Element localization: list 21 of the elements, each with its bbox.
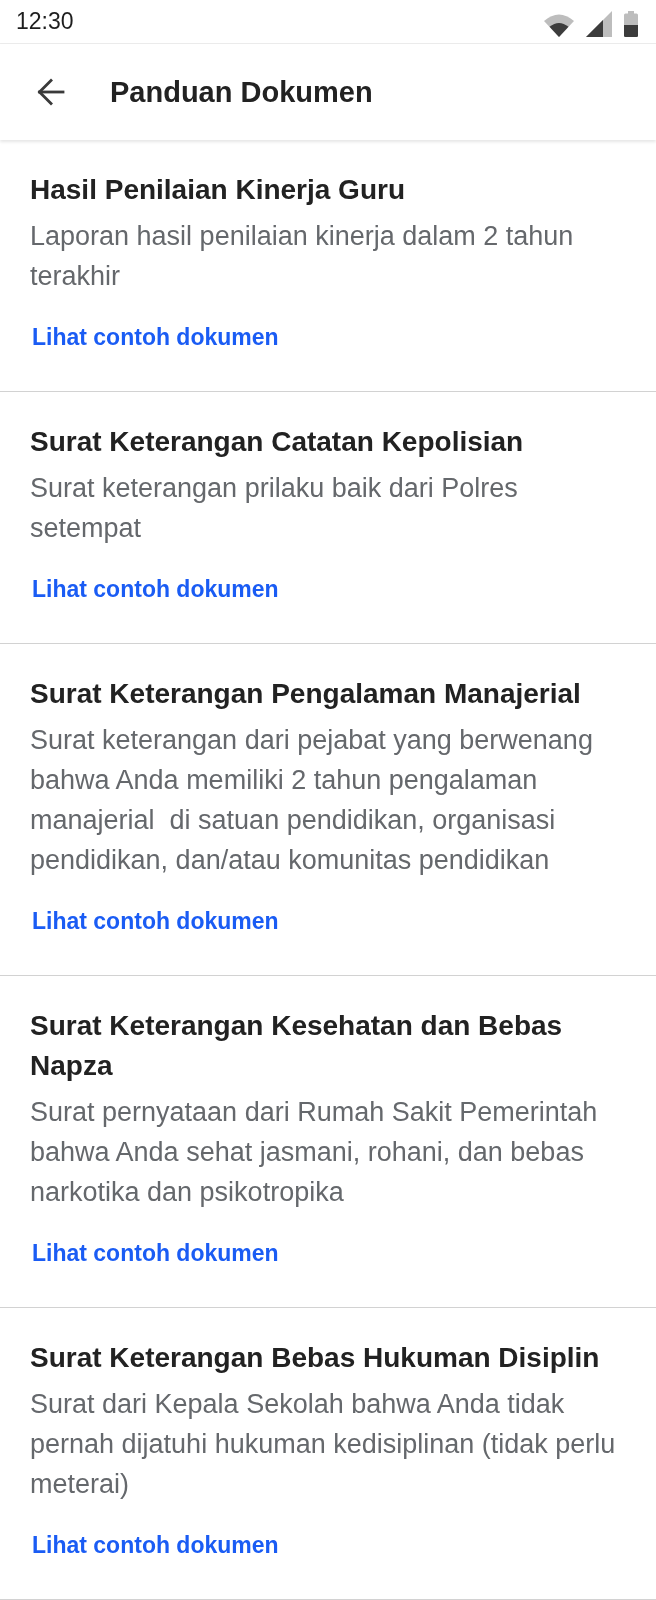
document-title: Surat Keterangan Bebas Hukuman Disiplin xyxy=(30,1341,601,1375)
document-description: Surat pernyataan dari Rumah Sakit Pemerintah bahwa Anda sehat jasmani, rohani, dan bebas narkotika dan psikotropika xyxy=(30,1096,599,1209)
document-description: Surat keterangan dari pejabat yang berwenang bahwa Anda memiliki 2 tahun pengalaman manajerial di satuan pendidikan, organisasi pendidikan, dan/atau komunitas pendidikan xyxy=(30,724,594,877)
view-sample-link[interactable]: Lihat contoh dokumen xyxy=(32,906,279,936)
battery-icon xyxy=(624,10,638,37)
document-description: Surat dari Kepala Sekolah bahwa Anda tidak pernah dijatuhi hukuman kedisiplinan (tidak perlu meterai) xyxy=(30,1388,617,1501)
view-sample-link[interactable]: Lihat contoh dokumen xyxy=(32,574,279,604)
document-title: Surat Keterangan Kesehatan dan Bebas Napza xyxy=(30,1009,564,1083)
wifi-icon xyxy=(544,13,574,37)
signal-icon xyxy=(586,10,612,37)
document-description: Laporan hasil penilaian kinerja dalam 2 tahun terakhir xyxy=(30,220,575,293)
status-time: 12:30 xyxy=(16,10,74,33)
document-title: Hasil Penilaian Kinerja Guru xyxy=(30,173,406,207)
back-arrow-icon xyxy=(37,78,65,106)
document-title: Surat Keterangan Catatan Kepolisian xyxy=(30,425,525,459)
view-sample-link[interactable]: Lihat contoh dokumen xyxy=(32,322,279,352)
page-title: Panduan Dokumen xyxy=(110,75,373,110)
view-sample-link[interactable]: Lihat contoh dokumen xyxy=(32,1238,279,1268)
document-description: Surat keterangan prilaku baik dari Polres setempat xyxy=(30,472,519,545)
document-title: Surat Keterangan Pengalaman Manajerial xyxy=(30,677,582,711)
view-sample-link[interactable]: Lihat contoh dokumen xyxy=(32,1530,279,1560)
